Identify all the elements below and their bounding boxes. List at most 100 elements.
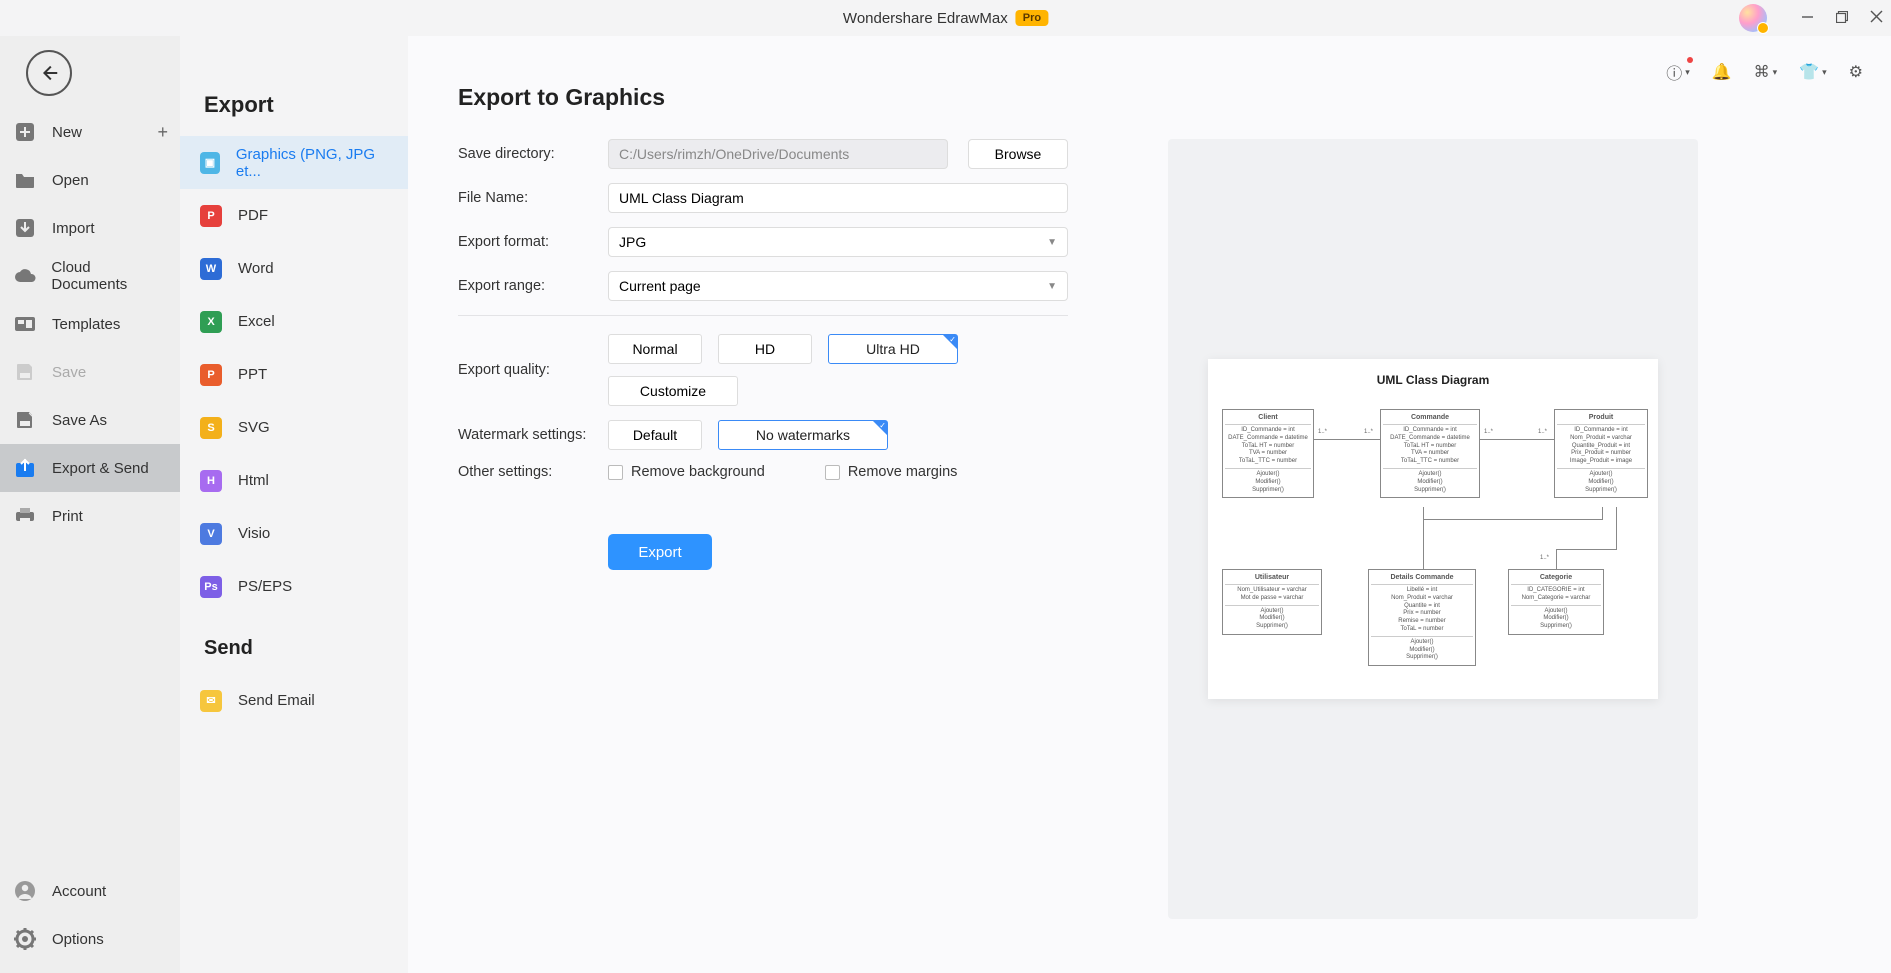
grid-icon: ⌘ (1754, 62, 1770, 82)
export-icon (12, 455, 38, 481)
cardinality: 1..* (1538, 429, 1547, 435)
app-title: Wondershare EdrawMax (843, 10, 1008, 27)
uml-details: Details CommandeLibellé = int Nom_Produi… (1368, 569, 1476, 666)
nav-label: Templates (52, 316, 120, 333)
save-dir-input[interactable] (608, 139, 948, 169)
format-label: SVG (238, 419, 270, 436)
format-graphics[interactable]: ▣Graphics (PNG, JPG et... (180, 136, 408, 189)
nav-open[interactable]: Open (0, 156, 180, 204)
remove-background-checkbox[interactable]: Remove background (608, 464, 765, 480)
cardinality: 1..* (1318, 429, 1327, 435)
maximize-icon[interactable] (1836, 10, 1848, 26)
preview-title: UML Class Diagram (1218, 373, 1648, 387)
export-range-select[interactable]: Current page▼ (608, 271, 1068, 301)
browse-button[interactable]: Browse (968, 139, 1068, 169)
import-icon (12, 215, 38, 241)
cardinality: 1..* (1364, 429, 1373, 435)
quality-customize[interactable]: Customize (608, 376, 738, 406)
svg-icon: S (200, 417, 222, 439)
format-label: Graphics (PNG, JPG et... (236, 146, 388, 180)
help-button[interactable]: ⓘ▾ (1666, 60, 1690, 84)
nav-save: Save (0, 348, 180, 396)
checkbox-icon (608, 465, 623, 480)
export-form: Save directory: Browse File Name: Export… (458, 139, 1078, 919)
send-email[interactable]: ✉Send Email (180, 674, 408, 727)
gear-icon (12, 926, 38, 952)
checkbox-icon (825, 465, 840, 480)
user-avatar[interactable] (1739, 4, 1767, 32)
export-heading: Export (180, 92, 408, 136)
remove-margins-checkbox[interactable]: Remove margins (825, 464, 958, 480)
export-quality-label: Export quality: (458, 362, 608, 378)
ppt-icon: P (200, 364, 222, 386)
other-settings-label: Other settings: (458, 464, 608, 480)
ps-icon: Ps (200, 576, 222, 598)
format-pdf[interactable]: PPDF (180, 189, 408, 242)
connector (1602, 507, 1603, 520)
format-html[interactable]: HHtml (180, 454, 408, 507)
export-button[interactable]: Export (608, 534, 712, 570)
page-title: Export to Graphics (458, 84, 1841, 111)
format-ps-eps[interactable]: PsPS/EPS (180, 560, 408, 613)
nav-rail: New + Open Import Cloud Documents Templa… (0, 36, 180, 973)
shirt-button[interactable]: 👕▾ (1799, 62, 1826, 82)
shirt-icon: 👕 (1799, 62, 1819, 82)
watermark-none[interactable]: No watermarks (718, 420, 888, 450)
nav-label: Save As (52, 412, 107, 429)
format-label: Word (238, 260, 274, 277)
chevron-down-icon: ▾ (1822, 67, 1827, 78)
connector (1556, 549, 1616, 550)
export-panel: ⓘ▾ 🔔 ⌘▾ 👕▾ ⚙ Export to Graphics Save dir… (408, 36, 1891, 973)
format-svg[interactable]: S SVG (180, 401, 408, 454)
nav-label: Import (52, 220, 95, 237)
nav-cloud-documents[interactable]: Cloud Documents (0, 252, 180, 300)
uml-categorie: CategorieID_CATEGORIE = int Nom_Categori… (1508, 569, 1604, 635)
folder-icon (12, 167, 38, 193)
top-toolbar: ⓘ▾ 🔔 ⌘▾ 👕▾ ⚙ (1666, 60, 1863, 84)
close-icon[interactable] (1870, 10, 1883, 26)
chevron-down-icon: ▼ (1047, 281, 1057, 292)
uml-produit: ProduitID_Commande = int Nom_Produit = v… (1554, 409, 1648, 498)
nav-print[interactable]: Print (0, 492, 180, 540)
nav-options[interactable]: Options (0, 915, 180, 963)
chevron-down-icon: ▾ (1773, 67, 1778, 78)
format-ppt[interactable]: PPPT (180, 348, 408, 401)
minimize-icon[interactable] (1801, 10, 1814, 26)
nav-templates[interactable]: Templates (0, 300, 180, 348)
quality-ultra-hd[interactable]: Ultra HD (828, 334, 958, 364)
nav-import[interactable]: Import (0, 204, 180, 252)
send-heading: Send (180, 613, 408, 674)
format-visio[interactable]: VVisio (180, 507, 408, 560)
nav-account[interactable]: Account (0, 867, 180, 915)
connector (1556, 549, 1557, 569)
format-excel[interactable]: XExcel (180, 295, 408, 348)
html-icon: H (200, 470, 222, 492)
export-format-select[interactable]: JPG▼ (608, 227, 1068, 257)
nav-label: Export & Send (52, 460, 149, 477)
connector (1423, 507, 1424, 569)
print-icon (12, 503, 38, 529)
visio-icon: V (200, 523, 222, 545)
nav-new[interactable]: New + (0, 108, 180, 156)
nav-label: Options (52, 931, 104, 948)
bell-icon[interactable]: 🔔 (1712, 62, 1732, 82)
shortcuts-button[interactable]: ⌘▾ (1754, 62, 1778, 82)
nav-label: Save (52, 364, 86, 381)
nav-export-send[interactable]: Export & Send (0, 444, 180, 492)
nav-label: New (52, 124, 82, 141)
settings-icon[interactable]: ⚙ (1849, 62, 1863, 82)
plus-square-icon (12, 119, 38, 145)
help-icon: ⓘ (1666, 60, 1682, 84)
chevron-down-icon: ▼ (1047, 237, 1057, 248)
word-icon: W (200, 258, 222, 280)
send-label: Send Email (238, 692, 315, 709)
add-icon[interactable]: + (157, 122, 168, 143)
back-button[interactable] (26, 50, 72, 96)
connector (1314, 439, 1380, 440)
file-name-input[interactable] (608, 183, 1068, 213)
quality-normal[interactable]: Normal (608, 334, 702, 364)
format-word[interactable]: W Word (180, 242, 408, 295)
watermark-default[interactable]: Default (608, 420, 702, 450)
nav-save-as[interactable]: Save As (0, 396, 180, 444)
quality-hd[interactable]: HD (718, 334, 812, 364)
